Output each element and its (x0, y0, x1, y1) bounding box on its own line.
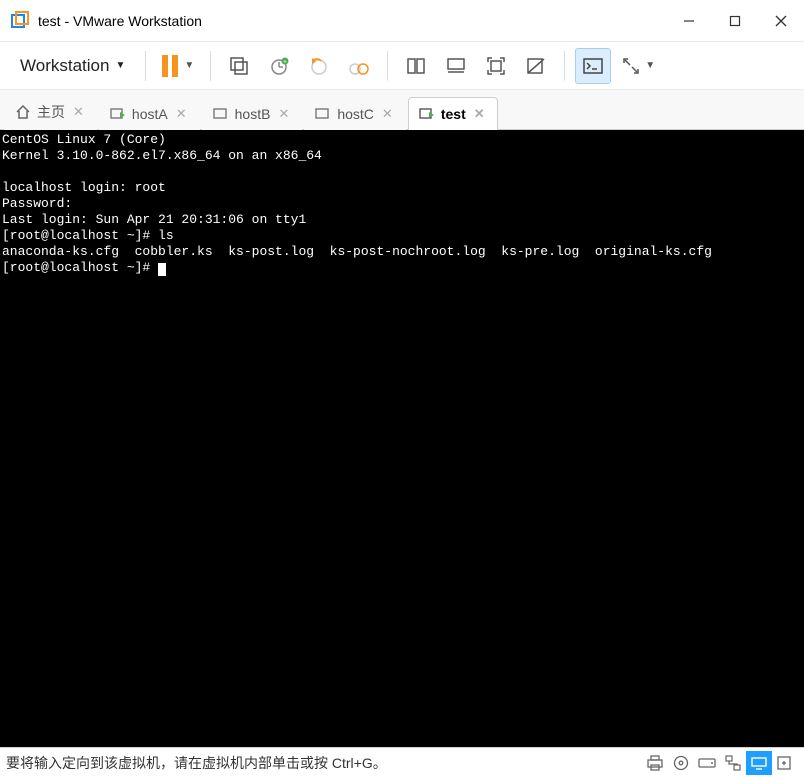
stretch-button[interactable]: ▼ (615, 48, 661, 84)
status-message: 要将输入定向到该虚拟机，请在虚拟机内部单击或按 Ctrl+G。 (6, 753, 642, 773)
vm-icon (213, 107, 229, 121)
tab-label: hostB (235, 106, 271, 122)
terminal-line: Kernel 3.10.0-862.el7.x86_64 on an x86_6… (2, 148, 322, 163)
snapshot-manager-button[interactable] (341, 48, 377, 84)
app-icon (10, 11, 30, 31)
minimize-button[interactable] (666, 0, 712, 42)
device-printer-icon[interactable] (642, 751, 668, 775)
window-title: test - VMware Workstation (38, 13, 666, 29)
separator (387, 51, 388, 81)
device-network-icon[interactable] (720, 751, 746, 775)
pause-button[interactable]: ▼ (156, 48, 200, 84)
vm-icon (419, 107, 435, 121)
device-hdd-icon[interactable] (694, 751, 720, 775)
terminal-line: [root@localhost ~]# ls (2, 228, 174, 243)
separator (210, 51, 211, 81)
chevron-down-icon: ▼ (184, 60, 194, 71)
snapshot-take-button[interactable]: + (261, 48, 297, 84)
separator (145, 51, 146, 81)
unity-button[interactable] (518, 48, 554, 84)
terminal[interactable]: CentOS Linux 7 (Core) Kernel 3.10.0-862.… (0, 130, 804, 747)
titlebar: test - VMware Workstation (0, 0, 804, 42)
send-ctrl-alt-del-button[interactable] (221, 48, 257, 84)
workstation-menu-label: Workstation (20, 56, 109, 76)
snapshot-revert-button[interactable] (301, 48, 337, 84)
tab-home[interactable]: 主页 ✕ (4, 93, 97, 130)
close-icon[interactable]: ✕ (380, 106, 395, 122)
vm-icon (315, 107, 331, 121)
maximize-button[interactable] (712, 0, 758, 42)
tab-label: test (441, 106, 466, 122)
chevron-down-icon: ▼ (645, 60, 655, 71)
close-icon[interactable]: ✕ (472, 106, 487, 122)
tab-label: hostA (132, 106, 168, 122)
terminal-line: localhost login: root (2, 180, 166, 195)
pause-icon (162, 55, 178, 77)
device-display-icon[interactable] (746, 751, 772, 775)
terminal-line: Last login: Sun Apr 21 20:31:06 on tty1 (2, 212, 306, 227)
cursor-icon (158, 263, 166, 276)
tabs-bar: 主页 ✕ hostA ✕ hostB ✕ hostC ✕ test ✕ (0, 90, 804, 130)
close-icon[interactable]: ✕ (276, 106, 291, 122)
terminal-line: Password: (2, 196, 72, 211)
console-view-button[interactable] (575, 48, 611, 84)
close-icon[interactable]: ✕ (71, 104, 86, 120)
tab-hostC[interactable]: hostC ✕ (304, 97, 405, 130)
terminal-line: anaconda-ks.cfg cobbler.ks ks-post.log k… (2, 244, 712, 259)
window-controls (666, 0, 804, 42)
view-console-button[interactable] (438, 48, 474, 84)
home-icon (15, 105, 31, 119)
close-icon[interactable]: ✕ (174, 106, 189, 122)
device-disc-icon[interactable] (668, 751, 694, 775)
device-more-icon[interactable] (772, 751, 798, 775)
tab-hostB[interactable]: hostB ✕ (202, 97, 303, 130)
close-button[interactable] (758, 0, 804, 42)
separator (564, 51, 565, 81)
status-bar: 要将输入定向到该虚拟机，请在虚拟机内部单击或按 Ctrl+G。 (0, 747, 804, 777)
tab-label: 主页 (37, 102, 65, 122)
toolbar: Workstation ▼ ▼ + ▼ (0, 42, 804, 90)
workstation-menu[interactable]: Workstation ▼ (10, 50, 135, 82)
terminal-prompt: [root@localhost ~]# (2, 260, 158, 275)
tab-test[interactable]: test ✕ (408, 97, 498, 130)
svg-text:+: + (284, 59, 288, 65)
vm-icon (110, 107, 126, 121)
tab-hostA[interactable]: hostA ✕ (99, 97, 200, 130)
view-single-button[interactable] (398, 48, 434, 84)
chevron-down-icon: ▼ (115, 60, 125, 71)
fullscreen-button[interactable] (478, 48, 514, 84)
terminal-line: CentOS Linux 7 (Core) (2, 132, 166, 147)
tab-label: hostC (337, 106, 374, 122)
